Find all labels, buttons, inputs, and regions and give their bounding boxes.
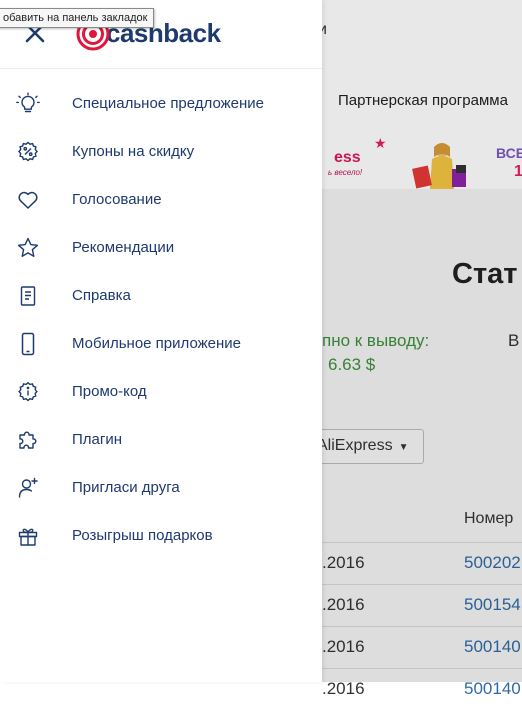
menu-item-giveaway[interactable]: Розыгрыш подарков: [0, 512, 322, 560]
row-date: .2016: [322, 595, 365, 614]
menu-item-special-offer[interactable]: Специальное предложение: [0, 80, 322, 128]
menu-item-label: Голосование: [72, 191, 162, 208]
menu-item-label: Купоны на скидку: [72, 143, 195, 160]
banner-left-text: ess: [334, 149, 361, 166]
coupon-percent-icon: [16, 140, 40, 164]
row-order-link[interactable]: 500154: [464, 595, 521, 615]
drawer-header: cashback обавить на панель закладок: [0, 0, 322, 69]
puzzle-icon: [16, 428, 40, 452]
table-row: .2016 500154: [322, 584, 522, 626]
promo-banner[interactable]: ★ ess ь весело! ВСЕ 1: [322, 137, 522, 189]
stats-title: Стат: [452, 258, 518, 290]
row-order-link[interactable]: 500202: [464, 553, 521, 573]
menu-item-help[interactable]: Справка: [0, 272, 322, 320]
row-date: .2016: [322, 679, 365, 698]
menu-item-invite-friend[interactable]: Пригласи друга: [0, 464, 322, 512]
star-icon: [16, 236, 40, 260]
withdraw-label: пно к выводу:: [322, 331, 430, 350]
menu-item-label: Справка: [72, 287, 131, 304]
column-header-number: Номер: [464, 510, 514, 527]
orders-table: .2016 500202 .2016 500154 .2016 500140 .…: [322, 542, 522, 710]
row-date: .2016: [322, 553, 365, 572]
drawer-menu: Специальное предложение Купоны на скидку…: [0, 80, 322, 560]
document-icon: [16, 284, 40, 308]
menu-item-label: Промо-код: [72, 383, 147, 400]
nav-link-partner-program[interactable]: Партнерская программа: [338, 92, 508, 109]
bookmark-tooltip: обавить на панель закладок: [0, 8, 155, 28]
withdraw-value: 6.63 $: [328, 355, 376, 374]
stats-column-fragment: В: [508, 331, 520, 350]
menu-item-recommendations[interactable]: Рекомендации: [0, 224, 322, 272]
invite-user-icon: [16, 476, 40, 500]
menu-item-coupons[interactable]: Купоны на скидку: [0, 128, 322, 176]
row-order-link[interactable]: 500140: [464, 679, 521, 699]
store-select-value: AliExpress: [317, 437, 393, 454]
banner-left-subtext: ь весело!: [328, 168, 363, 177]
table-row: .2016 500202: [322, 542, 522, 584]
caret-down-icon: ▼: [398, 442, 409, 453]
menu-item-mobile-app[interactable]: Мобильное приложение: [0, 320, 322, 368]
menu-item-promo-code[interactable]: Промо-код: [0, 368, 322, 416]
banner-right-text: ВСЕ: [496, 145, 522, 161]
info-icon: [16, 380, 40, 404]
row-date: .2016: [322, 637, 365, 656]
menu-item-label: Розыгрыш подарков: [72, 527, 213, 544]
table-row: .2016 500140: [322, 626, 522, 668]
menu-item-label: Мобильное приложение: [72, 335, 241, 352]
row-order-link[interactable]: 500140: [464, 637, 521, 657]
gift-icon: [16, 524, 40, 548]
smartphone-icon: [16, 332, 40, 356]
lightbulb-icon: [16, 92, 40, 116]
star-decoration-icon: ★: [374, 137, 387, 151]
table-row: .2016 500140: [322, 668, 522, 710]
banner-shopper-illustration: [412, 143, 466, 189]
menu-item-label: Рекомендации: [72, 239, 175, 256]
menu-item-label: Плагин: [72, 431, 123, 448]
banner-right-number: 1: [514, 163, 522, 180]
menu-item-plugin[interactable]: Плагин: [0, 416, 322, 464]
menu-item-voting[interactable]: Голосование: [0, 176, 322, 224]
menu-item-label: Пригласи друга: [72, 479, 180, 496]
heart-icon: [16, 188, 40, 212]
menu-item-label: Специальное предложение: [72, 95, 265, 112]
navigation-drawer: cashback обавить на панель закладок Спец…: [0, 0, 322, 682]
